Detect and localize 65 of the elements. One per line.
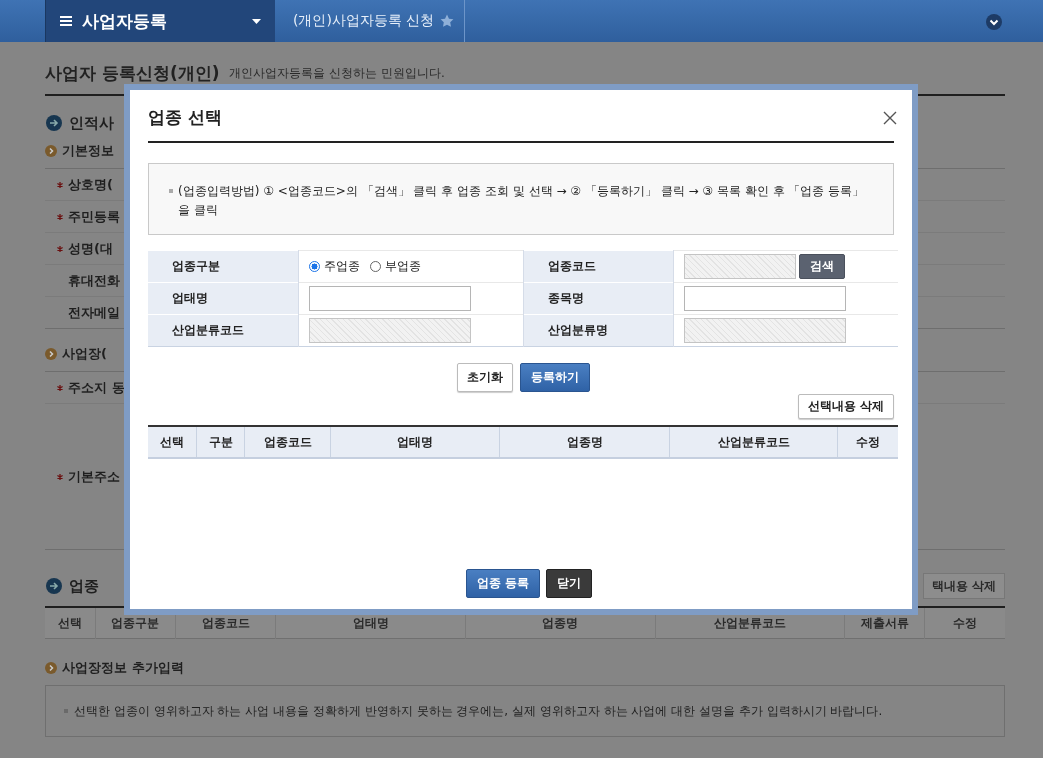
column-header: 업종코드	[244, 426, 331, 458]
column-header: 수정	[837, 426, 898, 458]
field-label: 상호명(	[68, 175, 113, 194]
column-header: 선택	[45, 607, 96, 639]
field-label: 산업분류코드	[148, 314, 298, 347]
delete-selected-button[interactable]: 택내용 삭제	[922, 573, 1005, 599]
field-label: 기본주소	[68, 467, 120, 486]
guide-text: (업종입력방법) ① <업종코드>의 「검색」 클릭 후 업종 조회 및 선택 → ② 「등록하기」 클릭 → ③ 목록 확인 후 「업종 등록」을 클릭	[178, 183, 866, 219]
field-label: 성명(대	[68, 239, 113, 258]
subsection-heading: 기본정보	[62, 142, 114, 160]
asterisk-icon	[57, 245, 63, 252]
field-label: 업종코드	[523, 250, 674, 283]
radio-button[interactable]	[308, 261, 320, 272]
column-header: 선택	[148, 426, 197, 458]
section-heading: 업종	[69, 576, 99, 596]
arrow-circle-icon	[46, 578, 62, 594]
reset-button[interactable]: 초기화	[456, 363, 513, 392]
field-label: 산업분류명	[523, 314, 674, 347]
subsection-heading: 사업장(	[62, 345, 107, 363]
field-label: 휴대전화	[68, 271, 120, 290]
menu-title: 사업자등록	[82, 9, 168, 33]
radio-option[interactable]: 주업종	[308, 258, 360, 275]
breadcrumb-label: (개인)사업자등록 신청	[293, 12, 435, 30]
note-text: 선택한 업종이 영위하고자 하는 사업 내용을 정확하게 반영하지 못하는 경우에는, 실제 영위하고자 하는 사업에 대한 설명을 추가 입력하시기 바랍니다.	[74, 702, 883, 720]
field-label: 업태명	[148, 282, 298, 315]
chevron-down-icon[interactable]	[986, 14, 1002, 30]
radio-button[interactable]	[369, 261, 381, 272]
column-header: 업태명	[330, 426, 500, 458]
asterisk-icon	[57, 384, 63, 391]
column-header: 산업분류코드	[669, 426, 838, 458]
field-label: 업종구분	[148, 250, 298, 283]
column-header: 업종명	[499, 426, 670, 458]
asterisk-icon	[57, 473, 63, 480]
radio-label: 주업종	[323, 258, 360, 275]
register-button[interactable]: 업종 등록	[465, 569, 541, 598]
radio-option[interactable]: 부업종	[369, 258, 421, 275]
close-icon[interactable]	[882, 109, 898, 126]
radio-label: 부업종	[384, 258, 421, 275]
caret-icon	[252, 18, 261, 24]
input-field[interactable]	[683, 286, 846, 311]
asterisk-icon	[57, 213, 63, 220]
add-button[interactable]: 등록하기	[519, 363, 590, 392]
dialog-title: 업종 선택	[148, 106, 222, 129]
star-icon[interactable]	[440, 14, 455, 28]
arrow-circle-icon	[46, 115, 62, 131]
close-button[interactable]: 닫기	[546, 569, 593, 598]
chevron-circle-icon	[45, 145, 57, 157]
section-heading: 인적사	[69, 113, 114, 133]
field-label: 주소지 동	[68, 378, 125, 397]
subsection-heading: 사업장정보 추가입력	[62, 659, 184, 677]
input-field[interactable]	[308, 286, 471, 311]
breadcrumb[interactable]: (개인)사업자등록 신청	[275, 0, 466, 42]
column-header: 구분	[196, 426, 245, 458]
column-header: 수정	[925, 607, 1005, 639]
field-label: 전자메일	[68, 303, 120, 322]
field-label: 주민등록	[68, 207, 120, 226]
field-label: 종목명	[523, 282, 674, 315]
menu-icon	[60, 16, 72, 26]
menu-dropdown[interactable]: 사업자등록	[45, 0, 275, 42]
page-subtitle: 개인사업자등록을 신청하는 민원입니다.	[229, 64, 445, 82]
chevron-circle-icon	[45, 348, 57, 360]
asterisk-icon	[57, 181, 63, 188]
chevron-circle-icon	[45, 662, 57, 674]
delete-selected-button[interactable]: 선택내용 삭제	[797, 394, 894, 419]
page-title: 사업자 등록신청(개인)	[45, 61, 220, 85]
